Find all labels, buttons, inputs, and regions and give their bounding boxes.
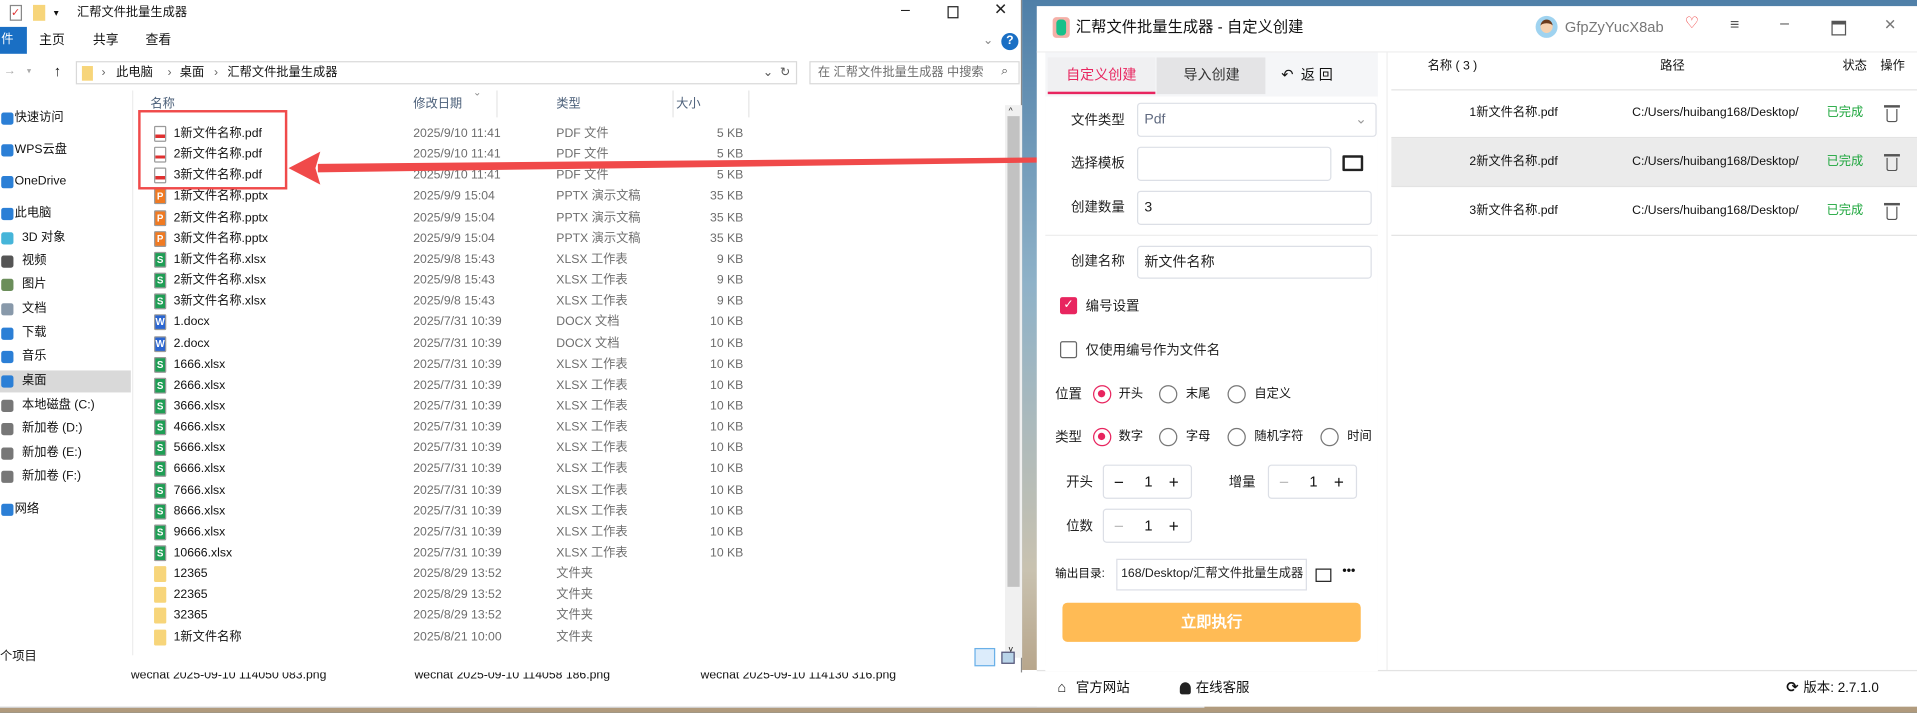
file-type-select[interactable]: Pdf ⌄	[1137, 102, 1377, 137]
increment-label: 增量	[1228, 475, 1256, 491]
chevron-down-icon: ⌄	[1355, 112, 1367, 128]
plus-icon: +	[1168, 515, 1179, 536]
minimize-button[interactable]: –	[1780, 15, 1789, 31]
table-header[interactable]: 状态	[1842, 60, 1866, 75]
type-radio-letter[interactable]	[1159, 427, 1178, 447]
name-label: 创建名称	[1070, 254, 1125, 269]
start-label: 开头	[1066, 475, 1094, 491]
tab-custom-create[interactable]: 自定义创建	[1047, 57, 1156, 95]
only-number-checkbox[interactable]	[1059, 341, 1078, 359]
home-icon: ⌂	[1057, 678, 1067, 696]
position-radio-custom[interactable]	[1227, 385, 1246, 404]
increment-stepper[interactable]: −1 +	[1267, 464, 1358, 499]
folder-open-icon[interactable]	[1315, 568, 1332, 582]
type-option-label: 字母	[1185, 430, 1211, 444]
row-status: 已完成	[1826, 155, 1864, 169]
type-option-label: 数字	[1118, 430, 1144, 444]
numbering-checkbox[interactable]: ✓	[1059, 297, 1078, 315]
version-label: 版本: 2.7.1.0	[1803, 680, 1879, 696]
row-status: 已完成	[1826, 204, 1864, 218]
row-name: 2新文件名称.pdf	[1469, 155, 1558, 169]
back-icon[interactable]: ↶	[1281, 67, 1293, 82]
table-header[interactable]: 名称 ( 3 )	[1379, 60, 1526, 75]
template-label: 选择模板	[1070, 156, 1125, 172]
close-button[interactable]: ✕	[1884, 17, 1896, 32]
app-title: 汇帮文件批量生成器 - 自定义创建	[1075, 18, 1304, 36]
count-label: 创建数量	[1070, 200, 1125, 216]
row-name: 3新文件名称.pdf	[1469, 204, 1558, 218]
type-radio-random[interactable]	[1227, 427, 1246, 447]
delete-icon[interactable]	[1884, 154, 1900, 172]
position-label: 位置	[1055, 387, 1083, 403]
minus-icon: −	[1278, 471, 1289, 492]
type-radio-time[interactable]	[1320, 427, 1339, 447]
table-header[interactable]: 操作	[1880, 60, 1904, 75]
count-input[interactable]: 3	[1137, 190, 1372, 225]
numbering-label: 编号设置	[1085, 299, 1140, 315]
table-header[interactable]: 路径	[1611, 60, 1733, 75]
output-dir-label: 输出目录:	[1055, 567, 1105, 581]
table-row[interactable]: 1新文件名称.pdf C:/Users/huibang168/Desktop/已完…	[1391, 89, 1917, 139]
support-icon	[1179, 682, 1191, 695]
type-radio-number[interactable]	[1093, 427, 1112, 447]
arrow-head	[288, 151, 321, 185]
start-stepper[interactable]: −1 +	[1102, 464, 1193, 499]
run-button[interactable]: 立即执行	[1062, 602, 1361, 642]
table-row[interactable]: 2新文件名称.pdf C:/Users/huibang168/Desktop/已完…	[1391, 138, 1917, 188]
digits-label: 位数	[1066, 519, 1094, 535]
official-website-link[interactable]: 官方网站	[1076, 681, 1130, 696]
name-input[interactable]: 新文件名称	[1137, 245, 1372, 279]
tab-import-create[interactable]: 导入创建	[1156, 57, 1266, 95]
username[interactable]: GfpZyYucX8ab	[1565, 18, 1664, 35]
update-icon[interactable]: ⟳	[1786, 680, 1798, 695]
row-path: C:/Users/huibang168/Desktop/	[1632, 155, 1799, 169]
menu-icon[interactable]: ≡	[1730, 16, 1739, 32]
more-options-icon[interactable]: •••	[1342, 565, 1355, 580]
position-radio-end[interactable]	[1159, 385, 1178, 404]
app-logo-icon	[1052, 17, 1070, 38]
table-row[interactable]: 3新文件名称.pdf C:/Users/huibang168/Desktop/已完…	[1391, 187, 1917, 236]
position-option-label: 末尾	[1185, 387, 1211, 402]
type-option-label: 随机字符	[1254, 430, 1304, 444]
position-option-label: 自定义	[1254, 387, 1292, 402]
only-number-label: 仅使用编号作为文件名	[1085, 343, 1221, 359]
plus-icon: +	[1333, 471, 1344, 492]
folder-open-icon[interactable]	[1342, 155, 1364, 172]
type-label: 类型	[1055, 430, 1083, 446]
digits-stepper[interactable]: −1 +	[1102, 508, 1193, 543]
minus-icon: −	[1113, 515, 1124, 536]
delete-icon[interactable]	[1884, 105, 1900, 123]
avatar[interactable]	[1535, 15, 1558, 38]
online-support-link[interactable]: 在线客服	[1196, 681, 1250, 696]
file-type-label: 文件类型	[1070, 113, 1125, 129]
row-name: 1新文件名称.pdf	[1469, 106, 1558, 120]
position-option-label: 开头	[1118, 387, 1144, 402]
vip-icon[interactable]: ♡	[1685, 15, 1699, 31]
output-dir-input[interactable]: 168/Desktop/汇帮文件批量生成器	[1116, 558, 1307, 591]
row-status: 已完成	[1826, 106, 1864, 120]
template-input[interactable]	[1137, 146, 1332, 181]
delete-icon[interactable]	[1884, 202, 1900, 221]
settings-panel: 自定义创建 导入创建 ↶ 返 回 文件类型 Pdf ⌄ 选择模板 创建数量 3 创…	[1045, 52, 1378, 672]
position-radio-start[interactable]	[1093, 385, 1112, 404]
row-path: C:/Users/huibang168/Desktop/	[1632, 106, 1799, 120]
maximize-button[interactable]	[1831, 20, 1847, 36]
minus-icon: −	[1113, 471, 1124, 492]
back-button[interactable]: 返 回	[1301, 68, 1333, 83]
type-option-label: 时间	[1347, 430, 1372, 444]
plus-icon: +	[1168, 471, 1179, 492]
row-path: C:/Users/huibang168/Desktop/	[1632, 204, 1799, 218]
